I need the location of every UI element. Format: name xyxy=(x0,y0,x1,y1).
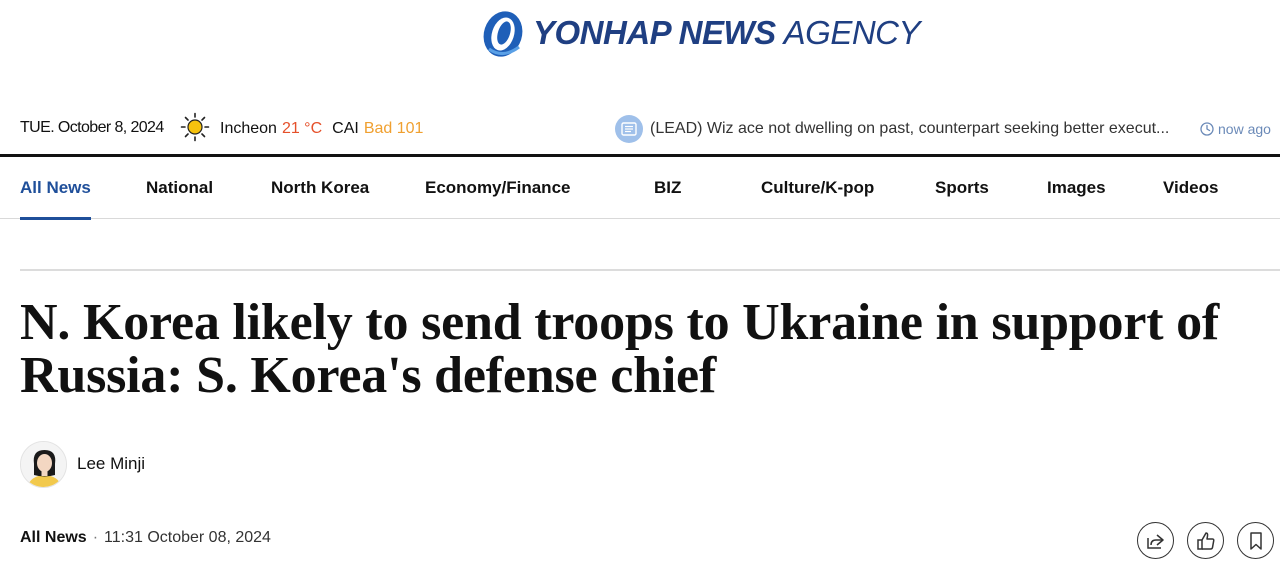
nav-item-economy-finance[interactable]: Economy/Finance xyxy=(425,157,570,219)
main-nav: All News National North Korea Economy/Fi… xyxy=(0,157,1280,220)
clock-icon xyxy=(1200,122,1214,136)
nav-item-north-korea[interactable]: North Korea xyxy=(271,157,369,219)
share-button[interactable] xyxy=(1137,522,1174,559)
weather-widget[interactable]: Incheon 21 °C CAI Bad 101 xyxy=(180,112,424,147)
sun-icon xyxy=(180,112,210,147)
current-date: TUE. October 8, 2024 xyxy=(20,119,164,136)
article-headline: N. Korea likely to send troops to Ukrain… xyxy=(20,294,1220,404)
air-quality-status: Bad 101 xyxy=(363,120,424,137)
logo-wordmark-light: AGENCY xyxy=(783,14,921,51)
section-divider xyxy=(20,269,1280,271)
info-bar: TUE. October 8, 2024 Incheon 21 °C CAI B… xyxy=(0,108,1280,150)
nav-item-national[interactable]: National xyxy=(146,157,213,219)
article-category[interactable]: All News xyxy=(20,529,87,547)
nav-item-images[interactable]: Images xyxy=(1047,157,1106,219)
nav-item-all-news[interactable]: All News xyxy=(20,157,91,220)
site-logo[interactable]: YONHAP NEWS AGENCY xyxy=(481,5,921,61)
article-actions xyxy=(1137,522,1274,559)
weather-city: Incheon xyxy=(220,120,277,137)
nav-item-sports[interactable]: Sports xyxy=(935,157,989,219)
thumbs-up-icon xyxy=(1196,531,1214,550)
article-author[interactable]: Lee Minji xyxy=(20,440,145,488)
news-icon xyxy=(615,115,643,143)
nav-item-biz[interactable]: BIZ xyxy=(654,157,681,219)
weather-temperature: 21 °C xyxy=(281,120,323,137)
nav-item-videos[interactable]: Videos xyxy=(1163,157,1218,219)
ticker-time-label: now ago xyxy=(1218,121,1271,137)
author-name[interactable]: Lee Minji xyxy=(77,454,145,474)
meta-separator: · xyxy=(92,529,99,546)
logo-wordmark-bold: YONHAP NEWS xyxy=(533,14,776,51)
ticker-headline[interactable]: (LEAD) Wiz ace not dwelling on past, cou… xyxy=(650,120,1192,138)
author-avatar xyxy=(20,440,67,488)
air-quality-label: CAI xyxy=(332,120,359,137)
article-timestamp: 11:31 October 08, 2024 xyxy=(104,529,271,546)
nav-item-culture-kpop[interactable]: Culture/K-pop xyxy=(761,157,874,219)
article-meta: All News · 11:31 October 08, 2024 xyxy=(20,529,271,547)
yonhap-logo-mark-icon xyxy=(481,7,525,59)
share-icon xyxy=(1146,533,1164,549)
like-button[interactable] xyxy=(1187,522,1224,559)
ticker-time: now ago xyxy=(1200,121,1271,137)
news-ticker[interactable]: (LEAD) Wiz ace not dwelling on past, cou… xyxy=(615,114,1271,144)
bookmark-icon xyxy=(1249,531,1262,550)
bookmark-button[interactable] xyxy=(1237,522,1274,559)
